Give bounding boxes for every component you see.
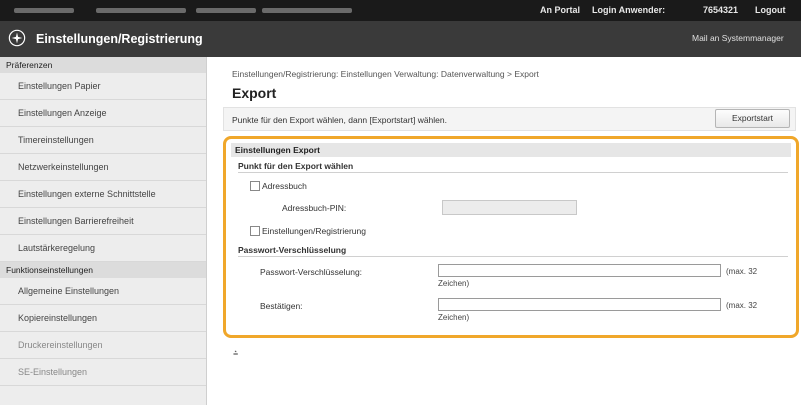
export-settings-panel: Einstellungen Export Punkt für den Expor… xyxy=(223,136,799,338)
login-user-label: Login Anwender: xyxy=(592,5,666,15)
top-bar: An Portal Login Anwender: 7654321 Logout xyxy=(0,0,801,21)
sidebar-item-paper[interactable]: Einstellungen Papier xyxy=(0,73,206,100)
main-content: Einstellungen/Registrierung: Einstellung… xyxy=(207,57,801,405)
section-select-items: Punkt für den Export wählen xyxy=(238,161,354,171)
confirm-input[interactable] xyxy=(438,298,721,311)
sidebar-item-se[interactable]: SE-Einstellungen xyxy=(0,359,206,386)
settings-logo-icon xyxy=(8,29,26,47)
blurred-text xyxy=(262,8,352,13)
blurred-text xyxy=(96,8,186,13)
sidebar: Präferenzen Einstellungen Papier Einstel… xyxy=(0,57,207,405)
page-header-title: Einstellungen/Registrierung xyxy=(36,32,203,46)
confirm-hint: (max. 32 xyxy=(726,301,758,310)
sidebar-item-display[interactable]: Einstellungen Anzeige xyxy=(0,100,206,127)
sidebar-section-preferences: Präferenzen xyxy=(0,57,206,73)
instruction-text: Punkte für den Export wählen, dann [Expo… xyxy=(232,115,447,125)
addressbook-label: Adressbuch xyxy=(262,181,307,191)
sidebar-item-network[interactable]: Netzwerkeinstellungen xyxy=(0,154,206,181)
page-title: Export xyxy=(232,85,277,101)
login-user-value: 7654321 xyxy=(703,5,739,15)
addressbook-pin-input xyxy=(442,200,577,215)
sidebar-item-accessibility[interactable]: Einstellungen Barrierefreiheit xyxy=(0,208,206,235)
header-bar: Einstellungen/Registrierung Mail an Syst… xyxy=(0,21,801,57)
confirm-hint-cont: Zeichen) xyxy=(438,313,470,322)
divider xyxy=(238,256,788,257)
blurred-text xyxy=(14,8,74,13)
sidebar-item-timer[interactable]: Timereinstellungen xyxy=(0,127,206,154)
portal-link[interactable]: An Portal xyxy=(540,5,580,15)
section-password-encryption: Passwort-Verschlüsselung xyxy=(238,245,347,255)
confirm-label: Bestätigen: xyxy=(260,301,303,311)
sidebar-item-printer[interactable]: Druckereinstellungen xyxy=(0,332,206,359)
sidebar-item-volume[interactable]: Lautstärkeregelung xyxy=(0,235,206,262)
sidebar-item-external-interface[interactable]: Einstellungen externe Schnittstelle xyxy=(0,181,206,208)
breadcrumb: Einstellungen/Registrierung: Einstellung… xyxy=(232,69,539,79)
password-hint: (max. 32 xyxy=(726,267,758,276)
sidebar-item-copy[interactable]: Kopiereinstellungen xyxy=(0,305,206,332)
password-hint-cont: Zeichen) xyxy=(438,279,470,288)
sidebar-section-functions: Funktionseinstellungen xyxy=(0,262,206,278)
settings-registration-checkbox[interactable] xyxy=(250,226,260,236)
logout-link[interactable]: Logout xyxy=(755,5,786,15)
sidebar-item-general[interactable]: Allgemeine Einstellungen xyxy=(0,278,206,305)
back-to-top-icon[interactable]: ⩮ xyxy=(233,348,238,359)
addressbook-checkbox[interactable] xyxy=(250,181,260,191)
addressbook-pin-label: Adressbuch-PIN: xyxy=(282,203,347,213)
panel-title: Einstellungen Export xyxy=(231,143,791,157)
instruction-bar: Punkte für den Export wählen, dann [Expo… xyxy=(223,107,796,131)
password-input[interactable] xyxy=(438,264,721,277)
password-label: Passwort-Verschlüsselung: xyxy=(260,267,363,277)
mail-system-manager-link[interactable]: Mail an Systemmanager xyxy=(692,33,784,43)
divider xyxy=(238,172,788,173)
export-start-button[interactable]: Exportstart xyxy=(715,109,790,128)
settings-registration-label: Einstellungen/Registrierung xyxy=(262,226,366,236)
blurred-text xyxy=(196,8,256,13)
